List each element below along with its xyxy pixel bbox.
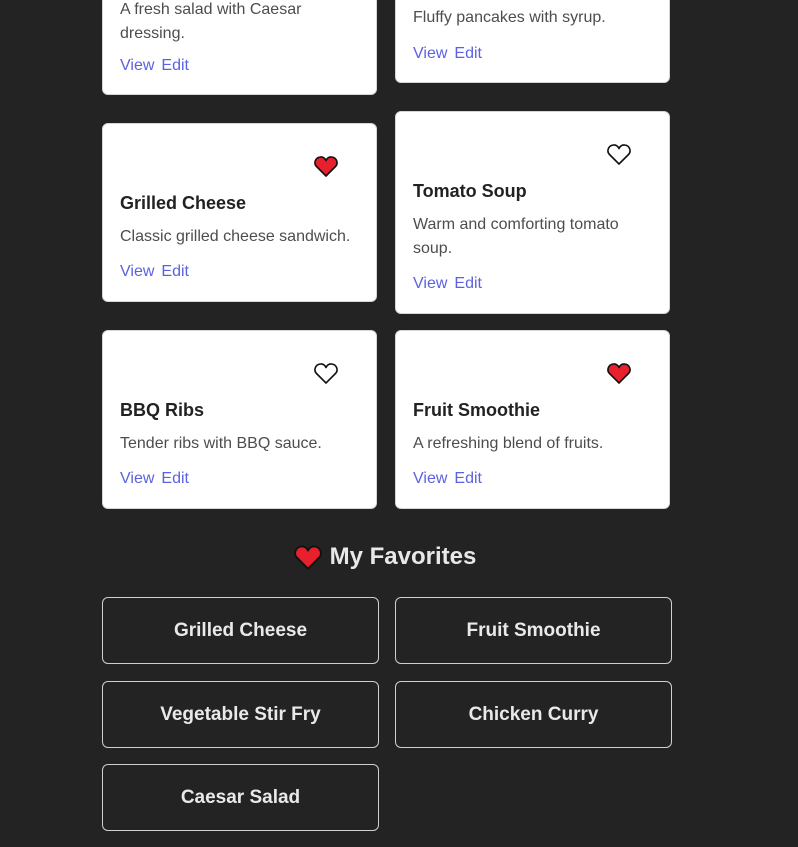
view-link[interactable]: View [413,275,447,292]
recipe-description: Classic grilled cheese sandwich. [120,228,351,245]
favorite-item[interactable]: Grilled Cheese [102,597,379,664]
recipe-card: Grilled Cheese Classic grilled cheese sa… [102,123,377,302]
recipe-description: A refreshing blend of fruits. [413,435,604,452]
favorite-heart-icon[interactable] [314,155,338,177]
recipe-description: Tender ribs with BBQ sauce. [120,435,322,452]
recipe-card: Tomato Soup Warm and comforting tomato s… [395,111,670,314]
favorite-heart-icon[interactable] [314,362,338,384]
recipe-description: Warm and comforting tomato soup. [413,216,619,257]
edit-link[interactable]: Edit [454,45,482,62]
view-link[interactable]: View [413,470,447,487]
recipe-title: Grilled Cheese [120,193,247,213]
favorite-item[interactable]: Chicken Curry [395,681,672,748]
recipe-card: A fresh salad with Caesar dressing. View… [102,0,377,95]
view-link[interactable]: View [413,45,447,62]
favorite-item[interactable]: Vegetable Stir Fry [102,681,379,748]
edit-link[interactable]: Edit [454,275,482,292]
edit-link[interactable]: Edit [161,57,189,74]
view-link[interactable]: View [120,470,154,487]
recipe-description: A fresh salad with Caesar dressing. [120,1,302,42]
recipe-card: Fruit Smoothie A refreshing blend of fru… [395,330,670,509]
edit-link[interactable]: Edit [161,263,189,280]
favorite-item[interactable]: Fruit Smoothie [395,597,672,664]
edit-link[interactable]: Edit [454,470,482,487]
recipe-card: Fluffy pancakes with syrup. View Edit [395,0,670,83]
recipe-title: BBQ Ribs [120,400,205,420]
recipe-description: Fluffy pancakes with syrup. [413,9,606,26]
view-link[interactable]: View [120,263,154,280]
view-link[interactable]: View [120,57,154,74]
favorite-heart-icon[interactable] [607,362,631,384]
edit-link[interactable]: Edit [161,470,189,487]
recipe-title: Tomato Soup [413,181,527,201]
favorite-item[interactable]: Caesar Salad [102,764,379,831]
recipe-title: Fruit Smoothie [413,400,540,420]
favorites-heading: My Favorites [0,543,798,571]
recipe-card: BBQ Ribs Tender ribs with BBQ sauce. Vie… [102,330,377,509]
favorite-heart-icon[interactable] [607,143,631,165]
heart-icon [293,544,322,570]
favorites-title: My Favorites [329,543,477,570]
